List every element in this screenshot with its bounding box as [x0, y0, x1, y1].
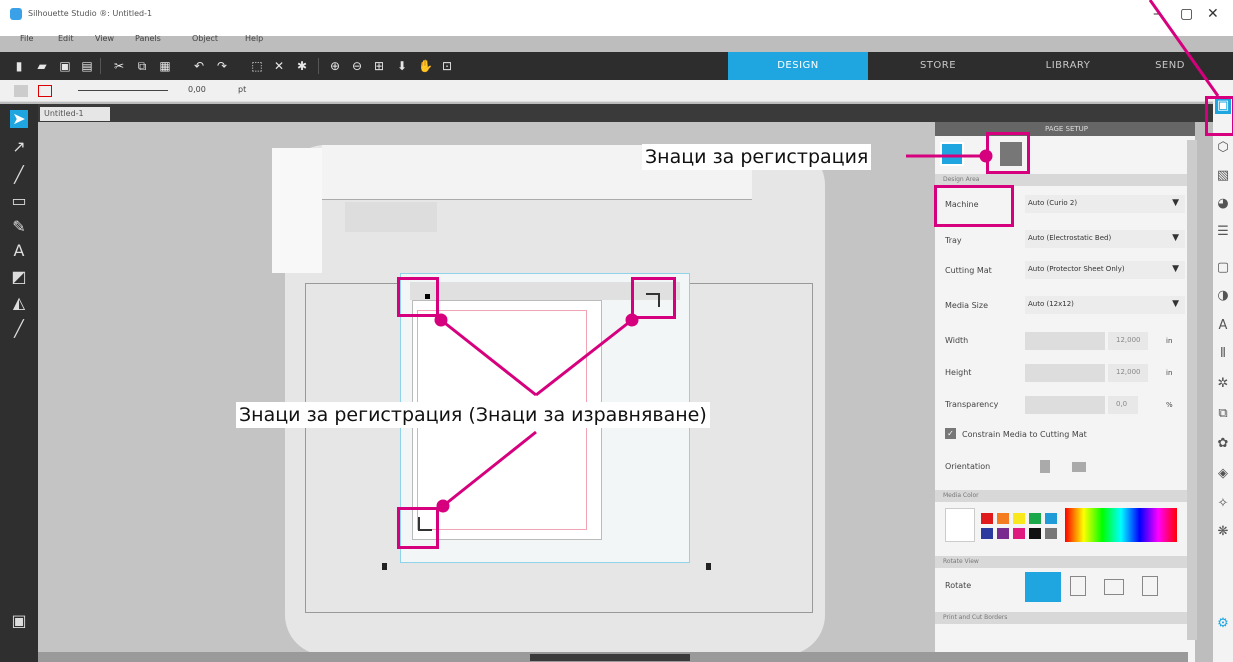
leader-line	[440, 318, 537, 397]
leader-line	[535, 318, 633, 397]
leader-line	[442, 430, 537, 508]
leader-dot	[979, 149, 993, 163]
annotation-registration-marks: Знаци за регистрация	[642, 144, 872, 170]
leader-dot	[434, 313, 448, 327]
leader-dot	[436, 499, 450, 513]
leader-dot	[625, 313, 639, 327]
annotation-registration-alignment: Знаци за регистрация (Знаци за изравнява…	[236, 402, 710, 428]
leader-line	[1148, 0, 1220, 97]
callout-lines	[434, 0, 1220, 513]
